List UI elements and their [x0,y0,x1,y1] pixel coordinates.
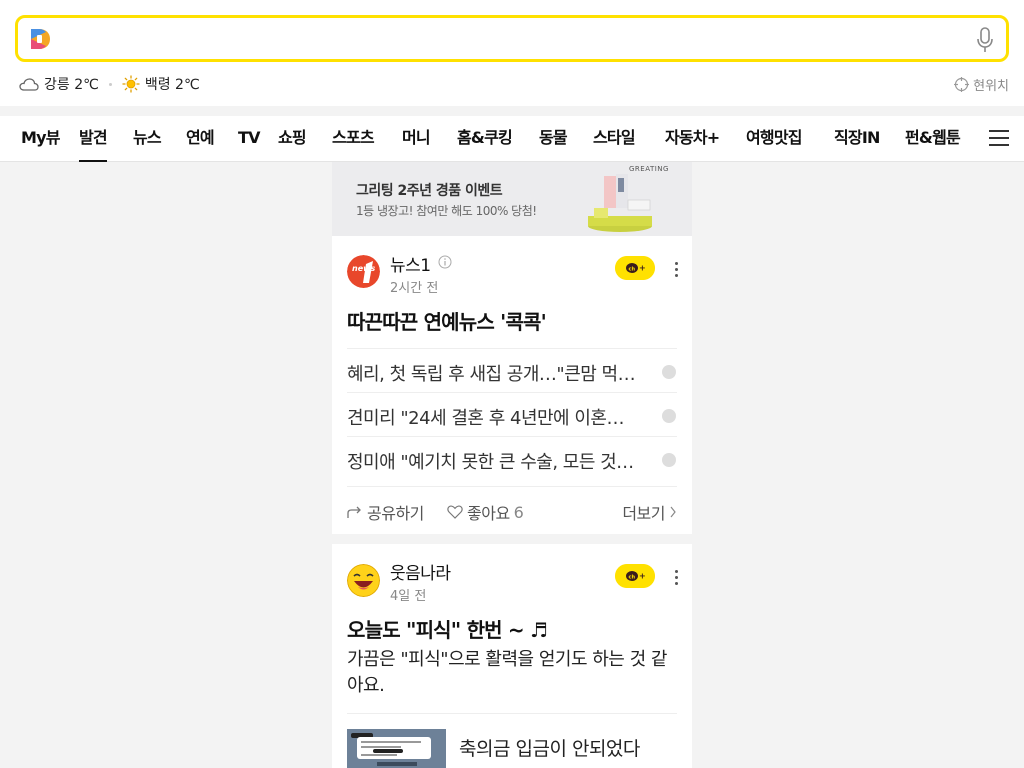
svg-text:+: + [639,264,646,273]
news-list: 혜리, 첫 독립 후 새집 공개…"큰맘 먹고… 견미리 "24세 결혼 후 4… [347,348,677,480]
list-item[interactable]: 견미리 "24세 결혼 후 4년만에 이혼… [347,392,677,436]
like-label: 좋아요 [467,504,510,523]
svg-text:ch: ch [629,575,636,581]
info-icon[interactable] [438,255,452,269]
crosshair-icon [954,76,970,92]
nav-tab-news[interactable]: 뉴스 [133,116,162,162]
weather-item[interactable]: 강릉 2℃ [19,74,99,94]
banner-title: 그리팅 2주년 경품 이벤트 [356,183,503,199]
card-headline[interactable]: 따끈따끈 연예뉴스 '콕콕' [347,306,547,335]
card-actions: 공유하기 좋아요 6 더보기 [347,486,677,534]
more-button[interactable]: 더보기 [622,500,677,524]
post-card: 웃음나라 4일 전 ch + 오늘도 "피식" 한번 ~ ♬ 가끔은 "피식"으… [332,544,692,768]
ad-banner[interactable]: 그리팅 2주년 경품 이벤트 1등 냉장고! 참여만 해도 100% 당첨! G… [332,162,692,236]
nav-tab-car[interactable]: 자동차+ [665,116,720,162]
nav-tab-animals[interactable]: 동물 [539,116,568,162]
nav-tab-shopping[interactable]: 쇼핑 [278,116,307,162]
refrigerator-prize-icon [588,174,652,232]
nav-tab-entertainment[interactable]: 연예 [186,116,215,162]
search-bar[interactable] [15,15,1009,62]
list-item[interactable]: 혜리, 첫 독립 후 새집 공개…"큰맘 먹고… [347,348,677,392]
top-header: 강릉 2℃ 백령 2℃ 현위치 [0,0,1024,106]
nav-tab-work[interactable]: 직장IN [834,116,880,162]
weather-text: 강릉 2℃ [44,77,99,93]
svg-text:ch: ch [629,267,636,273]
post-thumbnail[interactable] [347,729,446,768]
banner-subtitle: 1등 냉장고! 참여만 해도 100% 당첨! [356,204,537,218]
news1-logo-icon[interactable]: news [347,255,380,288]
daum-logo-icon[interactable] [28,27,52,51]
chevron-right-icon [670,506,676,518]
like-count: 6 [513,502,524,522]
list-item-title: 정미애 "예기치 못한 큰 수술, 모든 것… [347,452,634,473]
nav-tab-discover[interactable]: 발견 [79,116,108,162]
nav-tab-tv[interactable]: TV [238,116,260,162]
kakao-plus-friend-icon[interactable]: ch + [615,564,655,588]
nav-tab-home-cooking[interactable]: 홈&쿠킹 [457,116,513,162]
separator-dot [108,82,112,86]
news-card: news 뉴스1 2시간 전 ch + 따끈따끈 연예뉴스 '콕콕' 혜리, 첫… [332,236,692,534]
more-label: 더보기 [622,504,665,523]
more-options-icon[interactable] [672,262,680,280]
card-description[interactable]: 가끔은 "피식"으로 활력을 얻기도 하는 것 같아요. [347,647,677,699]
current-location-label: 현위치 [973,78,1009,94]
thumbnail-dot-icon [662,365,676,379]
microphone-icon[interactable] [972,26,998,54]
svg-text:+: + [639,572,646,581]
cloud-icon [19,78,39,91]
like-button[interactable]: 좋아요 6 [447,500,524,524]
nav-tab-travel-food[interactable]: 여행맛집 [746,116,802,162]
nav-tab-myview[interactable]: My뷰 [21,116,60,162]
menu-icon[interactable] [989,130,1009,148]
share-button[interactable]: 공유하기 [347,500,424,524]
nav-tab-style[interactable]: 스타일 [593,116,636,162]
chat-screenshot-image [347,729,446,768]
post-time: 2시간 전 [390,281,439,296]
card-headline[interactable]: 오늘도 "피식" 한번 ~ ♬ [347,614,548,643]
nav-tab-fun-webtoon[interactable]: 펀&웹툰 [905,116,961,162]
category-nav: My뷰 발견 뉴스 연예 TV 쇼핑 스포츠 머니 홈&쿠킹 동물 스타일 자동… [0,116,1024,162]
thumbnail-title[interactable]: 축의금 입금이 안되었다 [459,734,640,761]
nav-tab-money[interactable]: 머니 [402,116,431,162]
list-item-title: 견미리 "24세 결혼 후 4년만에 이혼… [347,408,624,429]
sun-icon [122,75,140,93]
nav-tab-sports[interactable]: 스포츠 [332,116,375,162]
weather-bar: 강릉 2℃ 백령 2℃ [19,73,200,95]
post-time: 4일 전 [390,589,427,604]
heart-icon [447,505,463,519]
thumbnail-dot-icon [662,453,676,467]
laughing-face-icon[interactable] [347,564,380,597]
weather-item[interactable]: 백령 2℃ [122,74,200,94]
source-name[interactable]: 웃음나라 [390,559,451,584]
current-location-button[interactable]: 현위치 [954,73,1009,95]
source-name[interactable]: 뉴스1 [390,251,431,276]
more-options-icon[interactable] [672,570,680,588]
weather-text: 백령 2℃ [144,77,200,93]
thumbnail-dot-icon [662,409,676,423]
share-icon [347,506,361,518]
kakao-plus-friend-icon[interactable]: ch + [615,256,655,280]
share-label: 공유하기 [367,504,424,523]
list-item[interactable]: 정미애 "예기치 못한 큰 수술, 모든 것… [347,436,677,480]
divider [347,713,677,714]
list-item-title: 혜리, 첫 독립 후 새집 공개…"큰맘 먹고… [347,364,642,385]
